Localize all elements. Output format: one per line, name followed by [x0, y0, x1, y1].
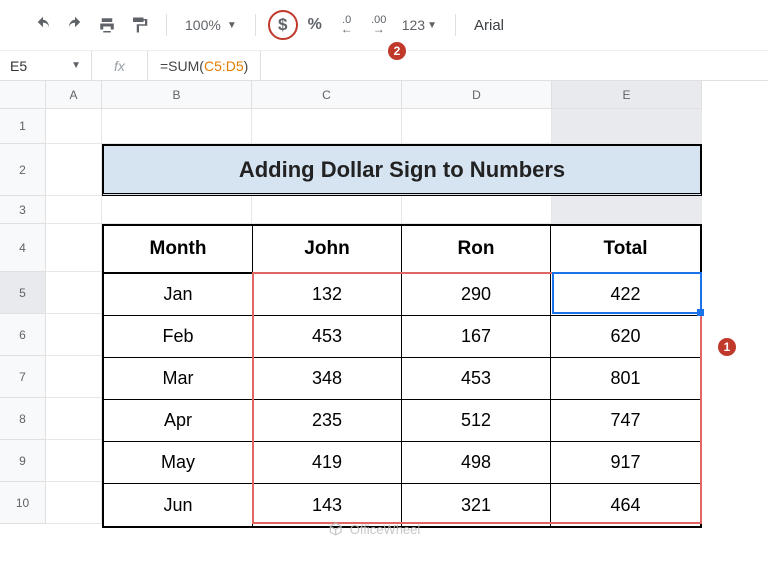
separator	[255, 14, 256, 36]
table-row: Feb453167620	[104, 316, 700, 358]
row-header[interactable]: 9	[0, 440, 46, 482]
table-row: May419498917	[104, 442, 700, 484]
increase-decimal-button[interactable]: .00 →	[364, 11, 394, 39]
name-box[interactable]: E5 ▼	[0, 51, 92, 80]
column-headers: A B C D E	[46, 81, 702, 109]
watermark: OfficeWheel	[328, 501, 421, 557]
table-row: Apr235512747	[104, 400, 700, 442]
row-header[interactable]: 4	[0, 224, 46, 272]
row-header[interactable]: 7	[0, 356, 46, 398]
decrease-decimal-button[interactable]: .0 ←	[332, 11, 362, 39]
column-header[interactable]: A	[46, 81, 102, 109]
arrow-right-icon: →	[373, 25, 385, 34]
undo-button[interactable]	[28, 11, 58, 39]
col-header-total: Total	[551, 226, 700, 274]
column-header[interactable]: B	[102, 81, 252, 109]
zoom-dropdown[interactable]: 100% ▼	[179, 17, 243, 33]
table-row: Jan132290422	[104, 274, 700, 316]
font-family-dropdown[interactable]: Arial	[468, 17, 504, 34]
column-header[interactable]: D	[402, 81, 552, 109]
format-percent-button[interactable]: %	[300, 11, 330, 39]
name-box-value: E5	[10, 58, 27, 74]
row-header[interactable]: 10	[0, 482, 46, 524]
zoom-value: 100%	[185, 17, 221, 33]
column-header[interactable]: E	[552, 81, 702, 109]
spreadsheet-grid[interactable]: 1 2 3 4 5 6 7 8 9 10 A B C D E	[0, 81, 768, 561]
table-row: Mar348453801	[104, 358, 700, 400]
col-header-john: John	[253, 226, 402, 274]
row-header[interactable]: 1	[0, 109, 46, 144]
row-headers: 1 2 3 4 5 6 7 8 9 10	[0, 109, 46, 524]
chevron-down-icon: ▼	[71, 60, 81, 71]
more-formats-button[interactable]: 123▼	[396, 17, 443, 33]
arrow-left-icon: ←	[341, 25, 353, 34]
row-header[interactable]: 6	[0, 314, 46, 356]
row-header[interactable]: 2	[0, 144, 46, 196]
col-header-month: Month	[104, 226, 253, 274]
paint-format-button[interactable]	[124, 11, 154, 39]
col-header-ron: Ron	[402, 226, 551, 274]
chevron-down-icon: ▼	[427, 20, 437, 31]
redo-button[interactable]	[60, 11, 90, 39]
select-all-corner[interactable]	[0, 81, 46, 109]
annotation-step1: 1	[716, 336, 738, 358]
format-currency-button[interactable]: $	[268, 10, 298, 40]
toolbar: 100% ▼ $ % .0 ← .00 → 123▼ Arial	[0, 0, 768, 51]
column-header[interactable]: C	[252, 81, 402, 109]
formula-input[interactable]: =SUM(C5:D5)	[148, 51, 261, 80]
separator	[455, 14, 456, 36]
row-header[interactable]: 8	[0, 398, 46, 440]
data-table: Month John Ron Total Jan132290422 Feb453…	[102, 224, 702, 528]
table-header-row: Month John Ron Total	[104, 226, 700, 274]
currency-icon: $	[278, 15, 287, 35]
fx-icon: fx	[92, 51, 148, 80]
sheet-title: Adding Dollar Sign to Numbers	[102, 144, 702, 196]
separator	[166, 14, 167, 36]
formula-bar: E5 ▼ fx =SUM(C5:D5)	[0, 51, 768, 81]
annotation-step2: 2	[386, 40, 408, 62]
row-header[interactable]: 5	[0, 272, 46, 314]
row-header[interactable]: 3	[0, 196, 46, 224]
chevron-down-icon: ▼	[227, 20, 237, 31]
print-button[interactable]	[92, 11, 122, 39]
